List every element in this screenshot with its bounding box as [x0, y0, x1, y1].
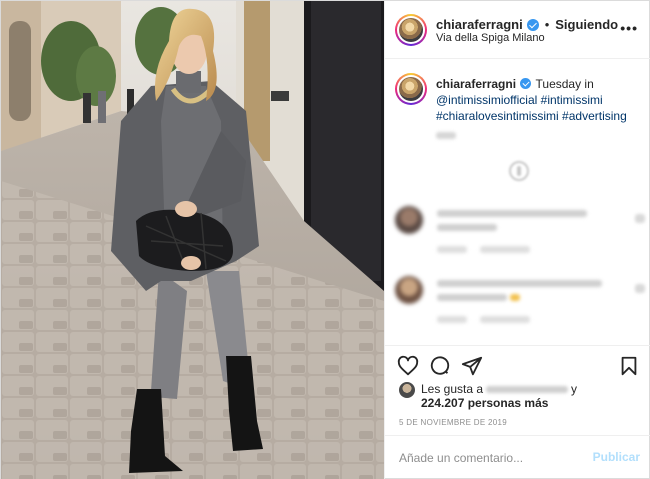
liker-avatar[interactable]	[399, 382, 415, 398]
comment-form: Publicar	[385, 435, 650, 479]
comment-meta-blurred	[437, 246, 467, 253]
comment-text-blurred	[437, 280, 602, 287]
verified-badge-icon	[520, 78, 532, 89]
liker-name-blurred[interactable]	[486, 386, 569, 394]
caption-text: Tuesday in	[535, 77, 594, 91]
liked-by-line: Les gusta a y	[421, 382, 577, 396]
comment-reply-blurred	[480, 316, 530, 323]
caption-username-link[interactable]: chiaraferragni	[436, 77, 516, 91]
post-photo[interactable]	[1, 1, 384, 479]
comment-like-icon[interactable]	[635, 214, 645, 223]
hashtag-link[interactable]: #intimissimi	[541, 93, 603, 107]
following-button[interactable]: Siguiendo	[555, 17, 618, 32]
more-dots-icon[interactable]: •••	[620, 21, 638, 35]
list-item	[395, 206, 645, 258]
publish-button[interactable]: Publicar	[593, 450, 640, 464]
caption-timestamp-blurred	[436, 132, 456, 139]
separator-dot: •	[544, 17, 550, 32]
caption-avatar[interactable]	[395, 73, 427, 105]
share-icon[interactable]	[461, 355, 483, 377]
street-fashion-image	[1, 1, 384, 479]
username-link[interactable]: chiaraferragni	[436, 17, 523, 32]
heart-icon[interactable]	[397, 355, 419, 377]
mention-link[interactable]: @intimissimiofficial	[436, 93, 537, 107]
bookmark-icon[interactable]	[618, 355, 640, 377]
hashtag-link[interactable]: #advertising	[562, 109, 627, 123]
emoji-blurred	[510, 294, 520, 301]
comment-reply-blurred	[480, 246, 530, 253]
verified-badge-icon	[526, 18, 539, 31]
post-frame: chiaraferragni • Siguiendo Via della Spi…	[0, 0, 650, 479]
hashtag-link[interactable]: #chiaralovesintimissimi	[436, 109, 559, 123]
avatar[interactable]	[395, 14, 427, 46]
comment-icon[interactable]	[429, 355, 451, 377]
comment-avatar[interactable]	[395, 276, 423, 304]
comment-text-blurred	[437, 210, 587, 217]
post-timestamp[interactable]: 5 DE NOVIEMBRE DE 2019	[399, 418, 507, 427]
comment-like-icon[interactable]	[635, 284, 645, 293]
likes-count-link[interactable]: 224.207 personas más	[421, 396, 548, 410]
post-caption: chiaraferragni Tuesday in @intimissimiof…	[436, 76, 641, 124]
comment-text-blurred	[437, 294, 507, 301]
comment-text-blurred	[437, 224, 497, 231]
load-more-comments-icon[interactable]	[509, 161, 529, 181]
liked-by-prefix: Les gusta a	[421, 382, 484, 396]
action-bar	[385, 345, 650, 385]
header-user-line: chiaraferragni • Siguiendo	[436, 17, 618, 32]
post-header: chiaraferragni • Siguiendo Via della Spi…	[385, 1, 650, 59]
post-side-panel: chiaraferragni • Siguiendo Via della Spi…	[384, 1, 650, 479]
likes-summary: Les gusta a y 224.207 personas más	[399, 380, 644, 410]
liked-by-suffix: y	[571, 382, 578, 396]
comment-avatar[interactable]	[395, 206, 423, 234]
comment-meta-blurred	[437, 316, 467, 323]
comment-input[interactable]	[399, 448, 589, 468]
list-item	[395, 276, 645, 328]
location-link[interactable]: Via della Spiga Milano	[436, 32, 545, 44]
